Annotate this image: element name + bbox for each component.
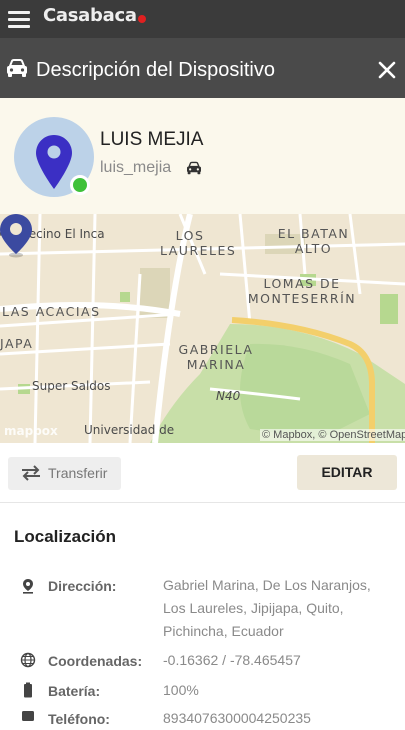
location-pin-icon [23, 579, 33, 594]
close-icon[interactable] [377, 60, 397, 80]
phone-icon [22, 711, 34, 721]
edit-button[interactable]: EDITAR [297, 455, 397, 490]
top-app-bar: Casabaca [0, 0, 405, 38]
user-login: luis_mejia [100, 159, 172, 176]
mapbox-logo[interactable]: mapbox [4, 424, 58, 438]
location-pin-icon [36, 135, 72, 189]
menu-icon[interactable] [8, 11, 30, 28]
map-label: LOS LAURELES [160, 228, 237, 258]
map-label: JAPA [0, 336, 34, 351]
section-title: Localización [14, 527, 117, 546]
user-panel: LUIS MEJIA luis_mejia [0, 98, 405, 214]
battery-value: 100% [163, 682, 199, 698]
online-status-indicator [70, 175, 90, 195]
map-label: N40 [216, 389, 241, 403]
map-label: LAS ACACIAS [2, 304, 101, 319]
brand-logo: Casabaca [43, 5, 137, 26]
transfer-arrows-icon [22, 465, 40, 481]
address-value: Gabriel Marina, De Los Naranjos, Los Lau… [163, 577, 371, 639]
map-attribution[interactable]: © Mapbox, © OpenStreetMap [260, 429, 405, 441]
battery-icon [24, 682, 32, 698]
device-actions: Transferir EDITAR [0, 443, 405, 503]
page-title: Descripción del Dispositivo [36, 59, 275, 81]
location-map[interactable]: AKI Vecino El Inca LOS LAURELES EL BATAN… [0, 214, 405, 443]
map-label: Super Saldos [32, 379, 111, 393]
page-header: Descripción del Dispositivo [0, 38, 405, 98]
map-label: LOMAS DE MONTESERRÍN [247, 276, 357, 306]
transfer-button-label: Transferir [48, 465, 108, 481]
map-label: Universidad de [84, 423, 175, 437]
coordinates-label: Coordenadas: [48, 653, 143, 669]
transfer-button[interactable]: Transferir [8, 457, 121, 490]
phone-label: Teléfono: [48, 711, 110, 727]
phone-value: 8934076300004250235 [163, 710, 311, 726]
map-label: GABRIELA MARINA [178, 342, 254, 372]
car-icon [7, 59, 27, 77]
map-marker-icon[interactable] [0, 214, 32, 258]
map-label: EL BATAN ALTO [277, 226, 350, 256]
brand-dot [138, 15, 146, 23]
address-label: Dirección: [48, 578, 117, 594]
coordinates-value: -0.16362 / -78.465457 [163, 652, 301, 668]
car-icon [187, 161, 201, 175]
user-name: LUIS MEJIA [100, 129, 204, 150]
globe-icon [20, 652, 36, 668]
battery-label: Batería: [48, 683, 101, 699]
